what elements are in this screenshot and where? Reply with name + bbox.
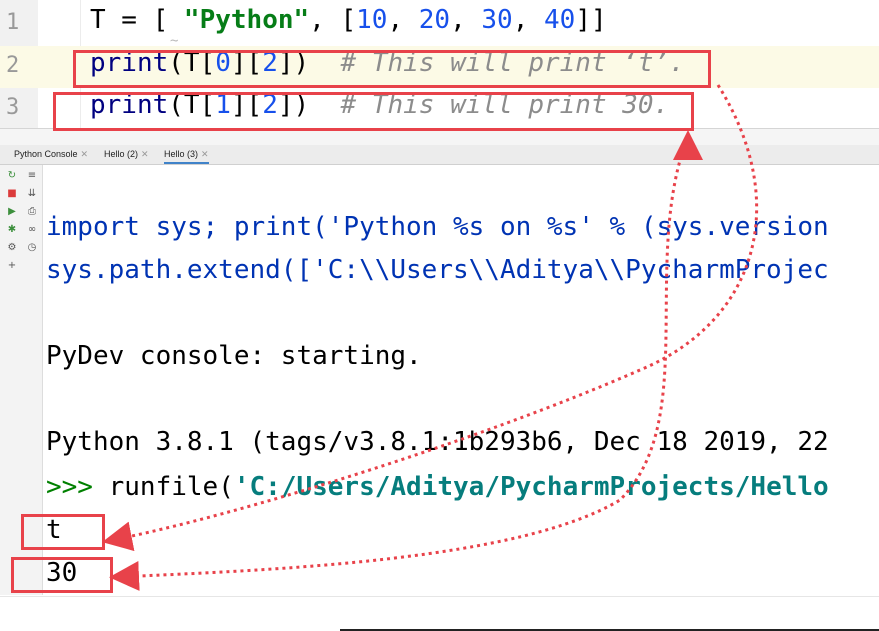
console-line-import: import sys; print('Python %s on %s' % (s… [46, 212, 829, 242]
rerun-icon[interactable]: ↻ [6, 170, 18, 182]
code-line-1[interactable]: 1 T = [ "Python", [10, 20, 30, 40]] ~ [0, 3, 879, 49]
close-icon[interactable]: ✕ [81, 149, 89, 159]
highlight-box-line-3 [53, 92, 694, 131]
scroll-to-end-icon[interactable]: ⇊ [26, 188, 38, 200]
print-icon[interactable]: ⎙ [26, 206, 38, 218]
soft-wrap-icon[interactable]: ≡ [26, 170, 38, 182]
debug-icon[interactable]: ✱ [6, 224, 18, 236]
console-line-syspath: sys.path.extend(['C:\\Users\\Aditya\\Pyc… [46, 255, 829, 285]
highlight-box-line-2 [73, 50, 711, 88]
close-icon[interactable]: ✕ [201, 149, 209, 159]
tab-hello-2[interactable]: Hello (2) ✕ [104, 149, 149, 160]
status-area [0, 596, 879, 631]
console-line-starting: PyDev console: starting. [46, 341, 422, 371]
run-icon[interactable]: ▶ [6, 206, 18, 218]
line-number: 1 [6, 10, 20, 35]
tab-hello-3[interactable]: Hello (3) ✕ [164, 149, 209, 164]
tab-python-console[interactable]: Python Console ✕ [14, 149, 88, 160]
code-text: T = [ "Python", [10, 20, 30, 40]] [90, 5, 607, 35]
console-output[interactable]: import sys; print('Python %s on %s' % (s… [43, 165, 879, 595]
prompt-symbol: >>> [46, 472, 109, 502]
close-icon[interactable]: ✕ [141, 149, 149, 159]
history-clock-icon[interactable]: ◷ [26, 242, 38, 254]
stop-icon[interactable]: ■ [6, 188, 18, 200]
highlight-box-output-30 [11, 557, 113, 593]
settings-gear-icon[interactable]: ⚙ [6, 242, 18, 254]
console-line-runfile: >>> runfile('C:/Users/Aditya/PycharmProj… [46, 472, 829, 502]
line-number: 2 [6, 53, 20, 78]
add-console-icon[interactable]: + [6, 260, 18, 272]
console-tab-bar: Python Console ✕ Hello (2) ✕ Hello (3) ✕ [0, 145, 879, 165]
line-number: 3 [6, 95, 20, 120]
highlight-box-output-t [21, 514, 105, 550]
show-variables-icon[interactable]: ∞ [26, 224, 38, 236]
console-line-version: Python 3.8.1 (tags/v3.8.1:1b293b6, Dec 1… [46, 427, 829, 457]
